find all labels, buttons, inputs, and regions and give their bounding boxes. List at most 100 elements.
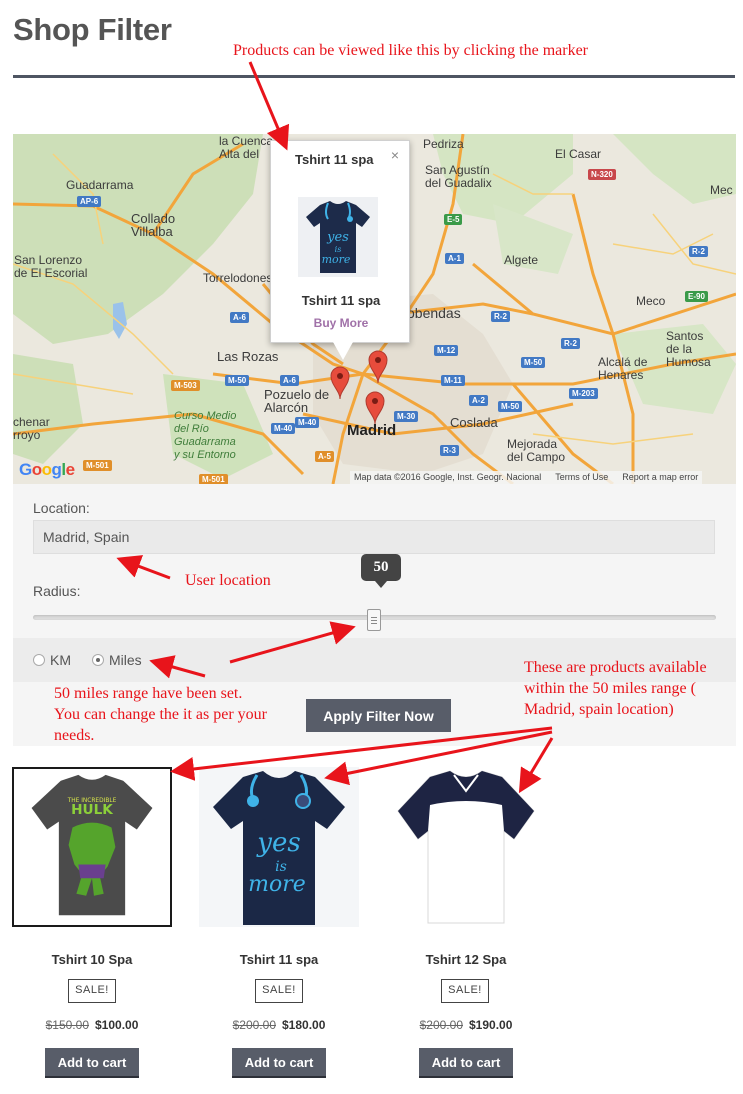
- map-label: del Guadalix: [425, 176, 492, 190]
- price: $150.00 $100.00: [45, 1018, 139, 1032]
- map-label: la Cuenca Alta del: [219, 134, 274, 161]
- svg-text:HULK: HULK: [71, 802, 113, 818]
- miles-radio[interactable]: [92, 654, 104, 666]
- road-shield: M-11: [441, 375, 465, 386]
- annotation-products-note: These are products available within the 5…: [524, 659, 707, 718]
- product-image[interactable]: yes is more: [199, 767, 359, 927]
- sale-badge: SALE!: [68, 979, 116, 1003]
- map-label: Mec: [710, 183, 733, 197]
- map-label: obendas: [407, 305, 461, 321]
- map-label: Coslada: [450, 415, 498, 430]
- location-input[interactable]: Madrid, Spain: [33, 520, 715, 554]
- road-shield: M-40: [295, 417, 320, 428]
- sale-badge: SALE!: [441, 979, 489, 1003]
- tshirt-icon: [397, 770, 535, 924]
- svg-text:yes: yes: [326, 230, 349, 245]
- buy-more-link[interactable]: Buy More: [271, 316, 411, 330]
- road-shield: R-2: [491, 311, 510, 322]
- map-label: Guadarrama: [66, 178, 134, 192]
- radius-value-tooltip: 50: [361, 554, 401, 588]
- road-shield: M-503: [171, 380, 200, 391]
- google-logo: Google: [19, 460, 75, 479]
- map-label: El Casar: [555, 147, 602, 161]
- map-label: Alcalá de Henares: [598, 355, 648, 382]
- svg-text:more: more: [322, 253, 351, 266]
- add-to-cart-button[interactable]: Add to cart: [45, 1048, 139, 1076]
- road-shield: M-40: [271, 423, 296, 434]
- road-shield: M-501: [199, 474, 228, 484]
- road-shield: R-2: [689, 246, 708, 257]
- map-marker-product[interactable]: [330, 366, 350, 400]
- svg-text:yes: yes: [256, 828, 300, 858]
- product-name[interactable]: Tshirt 11 spa: [199, 952, 359, 967]
- title-divider: [13, 75, 735, 78]
- radius-slider-handle[interactable]: [367, 609, 381, 631]
- sale-badge: SALE!: [255, 979, 303, 1003]
- svg-text:more: more: [248, 872, 306, 897]
- road-shield: A-2: [469, 395, 488, 406]
- map-label: Mejorada del Campo: [507, 437, 566, 464]
- price: $200.00 $190.00: [419, 1018, 513, 1032]
- map-label: San Lorenzo de El Escorial: [14, 253, 88, 280]
- map-label: Torrelodones: [203, 271, 273, 285]
- add-to-cart-button[interactable]: Add to cart: [232, 1048, 326, 1076]
- road-shield: E-90: [685, 291, 708, 302]
- close-icon[interactable]: ×: [391, 147, 399, 163]
- apply-filter-button[interactable]: Apply Filter Now: [306, 699, 451, 732]
- road-shield: M-50: [498, 401, 523, 412]
- map-label: Meco: [636, 294, 666, 308]
- map-label: Collado Villalba: [131, 211, 176, 239]
- map-info-window: Tshirt 11 spa × yes is more Tshirt 11 sp…: [270, 140, 411, 360]
- road-shield: N-320: [588, 169, 616, 180]
- location-label: Location:: [33, 500, 90, 516]
- report-map-error-link[interactable]: Report a map error: [622, 472, 698, 482]
- map-attribution: Map data ©2016 Google, Inst. Geogr. Naci…: [350, 471, 703, 484]
- map-marker-product[interactable]: [365, 391, 385, 425]
- tshirt-icon: THE INCREDIBLE HULK: [31, 774, 153, 916]
- map-marker-product[interactable]: [368, 350, 388, 384]
- tshirt-icon: yes is more: [306, 201, 370, 273]
- road-shield: M-203: [569, 388, 598, 399]
- map-label: chenar rroyo: [13, 415, 50, 442]
- road-shield: M-50: [521, 357, 546, 368]
- map-label: Santos de la Humosa: [666, 329, 711, 369]
- road-shield: M-50: [225, 375, 250, 386]
- road-shield: A-5: [315, 451, 334, 462]
- road-shield: E-5: [444, 214, 463, 225]
- road-shield: AP-6: [77, 196, 102, 207]
- tshirt-icon: yes is more: [213, 771, 345, 925]
- road-shield: A-6: [280, 375, 299, 386]
- road-shield: M-30: [394, 411, 419, 422]
- product-name[interactable]: Tshirt 10 Spa: [12, 952, 172, 967]
- map-label: Pozuelo de Alarcón: [264, 387, 330, 415]
- product-image[interactable]: THE INCREDIBLE HULK: [12, 767, 172, 927]
- map-label: Curso Medio del Río Guadarrama y su Entorno: [174, 410, 237, 461]
- road-shield: A-1: [445, 253, 464, 264]
- km-radio[interactable]: [33, 654, 45, 666]
- map-label: Algete: [504, 253, 539, 267]
- annotation-range-note: 50 miles range have been set. You can cha…: [54, 685, 267, 744]
- page-title: Shop Filter: [13, 12, 172, 47]
- road-shield: R-3: [440, 445, 459, 456]
- annotation-user-location: User location: [185, 572, 271, 589]
- road-shield: R-2: [561, 338, 580, 349]
- km-radio-label[interactable]: KM: [50, 652, 71, 668]
- annotation-marker-note: Products can be viewed like this by clic…: [233, 42, 589, 59]
- road-shield: M-12: [434, 345, 459, 356]
- road-shield: M-501: [83, 460, 112, 471]
- price: $200.00 $180.00: [232, 1018, 326, 1032]
- terms-of-use-link[interactable]: Terms of Use: [555, 472, 608, 482]
- add-to-cart-button[interactable]: Add to cart: [419, 1048, 513, 1076]
- product-image[interactable]: [386, 767, 546, 927]
- map[interactable]: la Cuenca Alta del Pedriza El Casar San A…: [13, 134, 736, 484]
- info-window-product-image[interactable]: yes is more: [298, 197, 378, 277]
- radius-label: Radius:: [33, 583, 81, 599]
- map-label-madrid: Madrid: [347, 422, 397, 439]
- road-shield: A-6: [230, 312, 249, 323]
- map-label: Las Rozas: [217, 349, 279, 364]
- map-label: Pedriza: [423, 137, 464, 151]
- miles-radio-label[interactable]: Miles: [109, 652, 142, 668]
- info-window-product-name: Tshirt 11 spa: [301, 293, 381, 308]
- product-name[interactable]: Tshirt 12 Spa: [386, 952, 546, 967]
- info-window-title: Tshirt 11 spa: [295, 152, 374, 167]
